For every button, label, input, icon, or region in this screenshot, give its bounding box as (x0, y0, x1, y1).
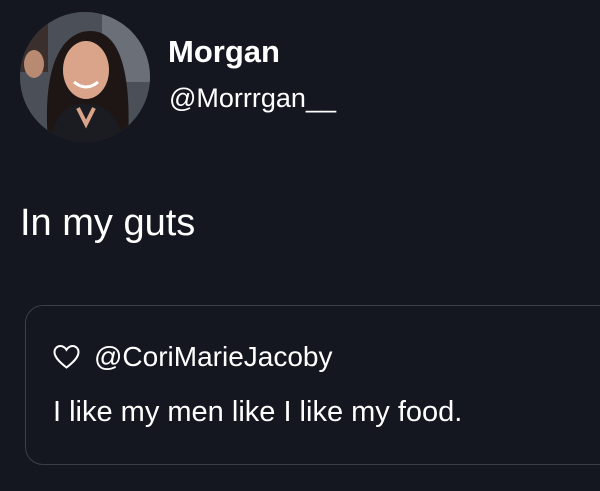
quoted-tweet-card[interactable]: @CoriMarieJacoby I like my men like I li… (25, 305, 600, 465)
tweet: Morgan @Morrrgan__ In my guts @CoriMarie… (0, 0, 600, 491)
author-display-name[interactable]: Morgan (168, 36, 280, 67)
quoted-tweet-text: I like my men like I like my food. (53, 396, 463, 428)
avatar[interactable] (20, 12, 150, 142)
tweet-text: In my guts (20, 202, 196, 244)
quoted-author-handle[interactable]: @CoriMarieJacoby (94, 343, 333, 371)
profile-photo (20, 12, 150, 142)
author-handle[interactable]: @Morrrgan__ (169, 85, 336, 112)
heart-outline-icon[interactable] (53, 344, 80, 370)
quoted-tweet-header: @CoriMarieJacoby (53, 340, 333, 374)
